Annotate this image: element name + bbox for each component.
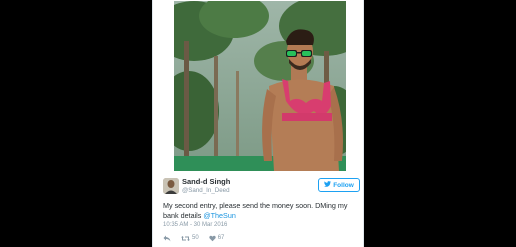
follow-label: Follow	[333, 181, 354, 189]
tweet-actions: 50 67	[163, 233, 263, 243]
reply-icon	[163, 235, 171, 242]
like-action[interactable]: 67	[208, 235, 225, 242]
tweet-photo[interactable]	[174, 1, 346, 171]
follow-button[interactable]: Follow	[318, 178, 360, 192]
avatar-image	[163, 178, 179, 194]
retweet-count: 50	[192, 235, 199, 241]
avatar[interactable]	[163, 178, 179, 194]
left-black-bar	[0, 0, 152, 247]
right-black-bar	[364, 0, 516, 247]
retweet-icon	[181, 235, 190, 242]
tweet-header: Sand-d Singh @Sand_In_Deed Follow	[153, 176, 365, 200]
tweet-text: My second entry, please send the money s…	[163, 201, 359, 221]
display-name[interactable]: Sand-d Singh	[182, 177, 230, 186]
tweet-timestamp[interactable]: 10:35 AM - 30 Mar 2016	[163, 222, 227, 228]
photo-illustration	[174, 1, 346, 171]
reply-action[interactable]	[163, 235, 171, 242]
tweet-card: Sand-d Singh @Sand_In_Deed Follow My sec…	[152, 0, 364, 247]
mention-link[interactable]: @TheSun	[203, 211, 235, 220]
retweet-action[interactable]: 50	[181, 235, 199, 242]
heart-icon	[208, 235, 216, 242]
tweet-text-main: My second entry, please send the money s…	[163, 201, 348, 220]
user-handle[interactable]: @Sand_In_Deed	[182, 187, 230, 194]
like-count: 67	[217, 235, 225, 241]
bird-icon	[324, 181, 332, 189]
